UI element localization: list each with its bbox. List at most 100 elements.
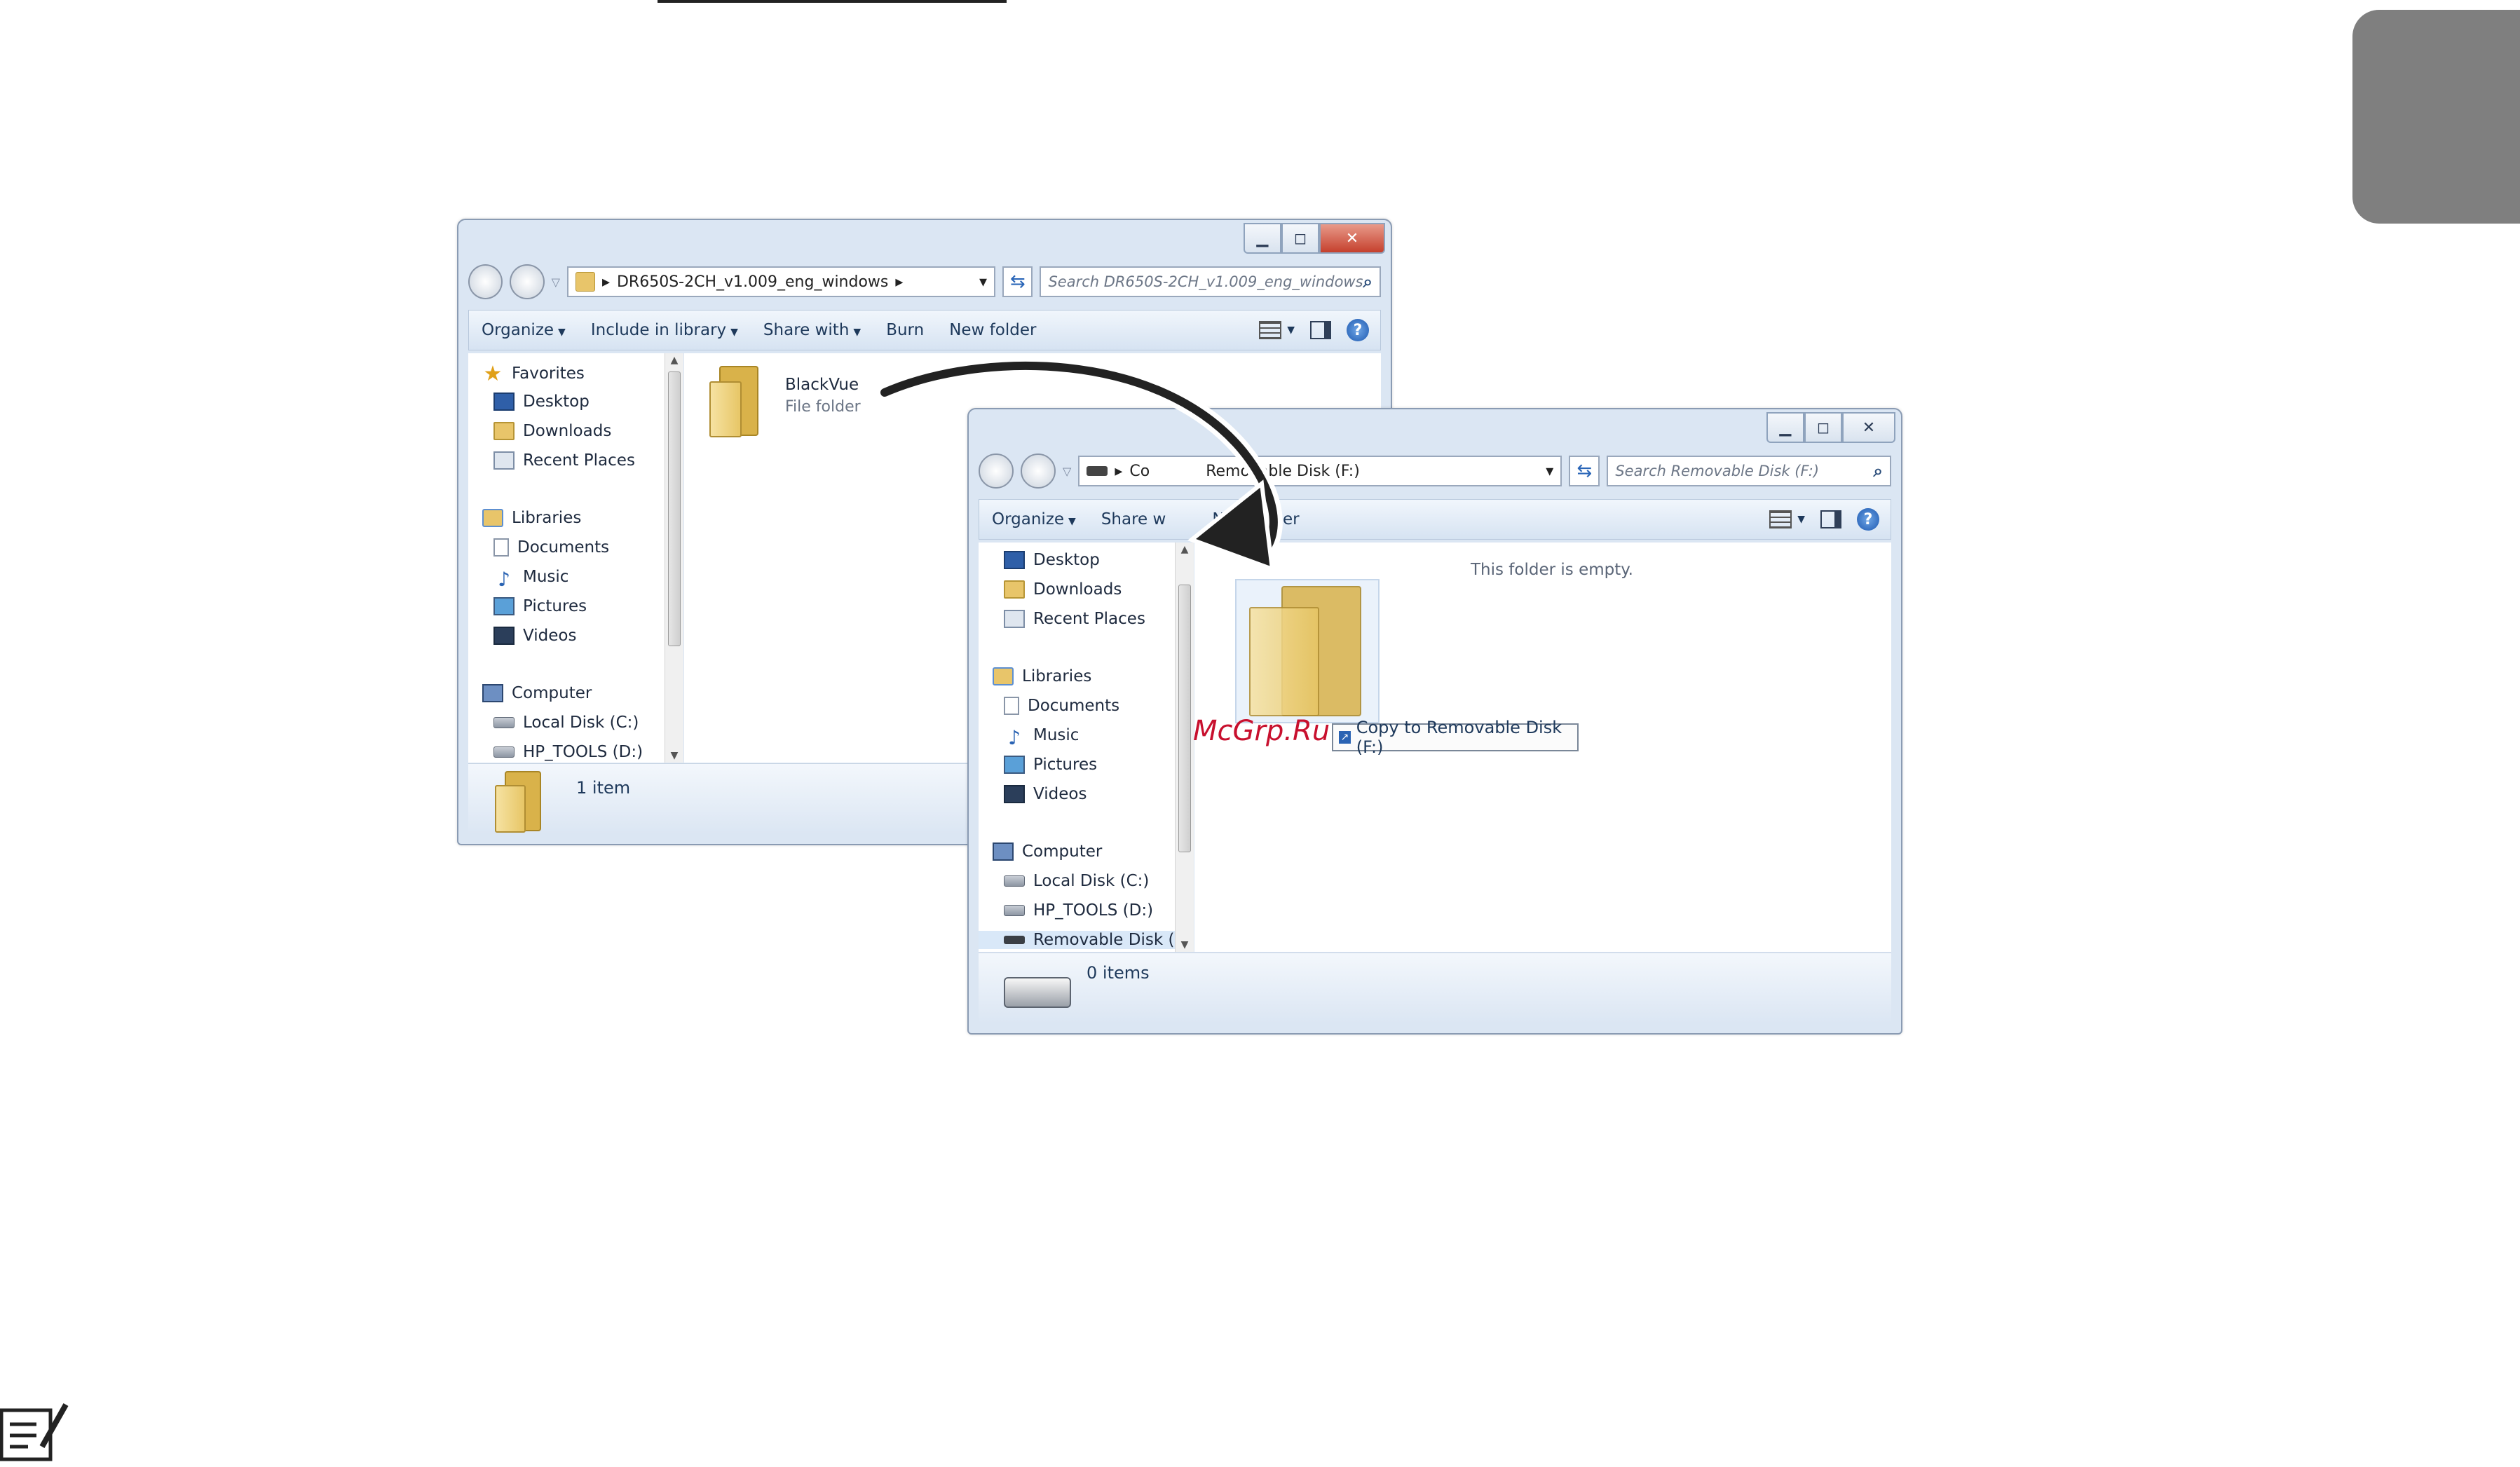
preview-pane-icon[interactable]: [1310, 321, 1331, 339]
help-icon[interactable]: ?: [1347, 319, 1369, 341]
command-bar: Organize ▼ Include in library ▼ Share with…: [468, 310, 1381, 350]
nav-downloads[interactable]: Downloads: [1004, 580, 1122, 599]
local-disk-icon: [1004, 875, 1025, 887]
refresh-icon[interactable]: ⇆: [1002, 266, 1033, 297]
share-with-button[interactable]: Share w: [1089, 510, 1179, 528]
removable-drive-icon: [1087, 466, 1108, 476]
nav-local-disk[interactable]: Local Disk (C:): [1004, 872, 1149, 890]
maximize-button[interactable]: ◻: [1281, 223, 1319, 254]
change-view-button[interactable]: ▼: [1259, 321, 1295, 339]
nav-local-disk[interactable]: Local Disk (C:): [493, 714, 639, 732]
drive-icon: [1004, 905, 1025, 916]
new-folder-button[interactable]: New folder: [937, 321, 1049, 339]
nav-documents[interactable]: Documents: [1004, 697, 1119, 715]
minimize-button[interactable]: ▁: [1766, 412, 1804, 443]
nav-videos[interactable]: Videos: [493, 627, 576, 645]
search-icon[interactable]: ⌕: [1363, 272, 1373, 292]
organize-button[interactable]: Organize ▼: [469, 321, 578, 339]
removable-drive-icon: [1004, 977, 1071, 1008]
chevron-right-icon: ▸: [1115, 462, 1123, 480]
nav-favorites[interactable]: ★ Favorites: [482, 361, 585, 386]
nav-hp-tools[interactable]: HP_TOOLS (D:): [1004, 901, 1153, 920]
scroll-thumb[interactable]: [1178, 585, 1191, 852]
nav-recent-places[interactable]: Recent Places: [493, 451, 635, 470]
navigation-row: ▽ ▸ Co Removable Disk (F:) ▾ ⇆ Search Re…: [979, 451, 1891, 491]
search-input[interactable]: Search Removable Disk (F:) ⌕: [1607, 456, 1891, 486]
burn-button[interactable]: Burn: [873, 321, 937, 339]
note-icon: [0, 1403, 69, 1461]
nav-music[interactable]: ♪ Music: [493, 568, 568, 591]
nav-scrollbar[interactable]: ▲ ▼: [1175, 543, 1194, 952]
address-bar[interactable]: ▸ Co Removable Disk (F:) ▾: [1078, 456, 1562, 486]
navigation-pane: ★ Favorites Desktop Downloads Recent Plac…: [468, 353, 679, 763]
nav-computer[interactable]: Computer: [482, 684, 592, 702]
nav-documents[interactable]: Documents: [493, 538, 609, 557]
nav-removable-disk[interactable]: Removable Disk (: [979, 931, 1189, 949]
nav-downloads[interactable]: Downloads: [493, 422, 611, 440]
nav-pictures[interactable]: Pictures: [1004, 756, 1097, 774]
address-dropdown-icon[interactable]: ▾: [979, 273, 987, 291]
drive-icon: [493, 746, 515, 758]
dragged-folder-ghost: [1235, 579, 1380, 723]
address-dropdown-icon[interactable]: ▾: [1546, 463, 1553, 480]
close-button[interactable]: ✕: [1842, 412, 1895, 443]
help-icon[interactable]: ?: [1857, 508, 1879, 531]
folder-icon: [495, 771, 551, 833]
videos-icon: [493, 627, 515, 645]
desktop-icon: [493, 393, 515, 411]
desktop-icon: [1004, 551, 1025, 569]
change-view-button[interactable]: ▼: [1769, 510, 1805, 528]
nav-videos[interactable]: Videos: [1004, 785, 1087, 803]
item-count: 0 items: [1087, 963, 1150, 983]
drag-tooltip-text: Copy to Removable Disk (F:): [1356, 718, 1562, 757]
command-bar: Organize ▼ Share w New folder ▼ ?: [979, 499, 1891, 540]
minimize-button[interactable]: ▁: [1244, 223, 1281, 254]
star-icon: ★: [483, 361, 503, 386]
nav-computer[interactable]: Computer: [993, 842, 1102, 861]
back-icon[interactable]: [979, 453, 1014, 489]
refresh-icon[interactable]: ⇆: [1569, 456, 1600, 486]
nav-desktop[interactable]: Desktop: [493, 393, 590, 411]
history-dropdown-icon[interactable]: ▽: [1063, 465, 1071, 478]
share-with-button[interactable]: Share with ▼: [751, 321, 873, 339]
scroll-up-icon: ▲: [670, 355, 679, 366]
nav-music[interactable]: ♪ Music: [1004, 726, 1079, 749]
nav-libraries[interactable]: Libraries: [482, 509, 581, 527]
nav-libraries[interactable]: Libraries: [993, 667, 1091, 685]
chevron-right-icon: ▸: [601, 273, 610, 291]
nav-hp-tools[interactable]: HP_TOOLS (D:): [493, 743, 643, 761]
documents-icon: [493, 538, 509, 557]
search-icon[interactable]: ⌕: [1874, 461, 1883, 481]
nav-scrollbar[interactable]: ▲ ▼: [665, 353, 683, 763]
search-input[interactable]: Search DR650S-2CH_v1.009_eng_windows ⌕: [1040, 266, 1381, 297]
new-folder-button[interactable]: New folder: [1199, 510, 1312, 528]
folder-icon: [575, 272, 595, 292]
close-button[interactable]: ✕: [1319, 223, 1385, 254]
computer-icon: [482, 684, 503, 702]
address-bar[interactable]: ▸ DR650S-2CH_v1.009_eng_windows ▸ ▾: [566, 266, 996, 297]
empty-folder-message: This folder is empty.: [1471, 561, 1633, 579]
forward-icon[interactable]: [1021, 453, 1056, 489]
history-dropdown-icon[interactable]: ▽: [552, 275, 560, 289]
scroll-up-icon: ▲: [1180, 544, 1189, 555]
nav-desktop[interactable]: Desktop: [1004, 551, 1100, 569]
downloads-icon: [493, 422, 515, 440]
include-in-library-button[interactable]: Include in library ▼: [578, 321, 751, 339]
computer-icon: [993, 842, 1014, 861]
organize-button[interactable]: Organize ▼: [979, 510, 1089, 528]
maximize-button[interactable]: ◻: [1804, 412, 1842, 443]
watermark: McGrp.Ru: [1193, 715, 1330, 747]
back-icon[interactable]: [468, 264, 503, 299]
chevron-right-icon: ▸: [895, 273, 904, 291]
blackvue-folder[interactable]: [709, 366, 765, 437]
view-icon: [1259, 321, 1282, 339]
downloads-icon: [1004, 580, 1025, 599]
nav-pictures[interactable]: Pictures: [493, 597, 587, 615]
removable-drive-icon: [1004, 936, 1025, 944]
address-path: Removable Disk (F:): [1206, 462, 1360, 480]
scroll-thumb[interactable]: [668, 371, 681, 646]
forward-icon[interactable]: [510, 264, 545, 299]
file-name[interactable]: BlackVue: [785, 376, 859, 394]
preview-pane-icon[interactable]: [1820, 510, 1841, 528]
nav-recent-places[interactable]: Recent Places: [1004, 610, 1145, 628]
